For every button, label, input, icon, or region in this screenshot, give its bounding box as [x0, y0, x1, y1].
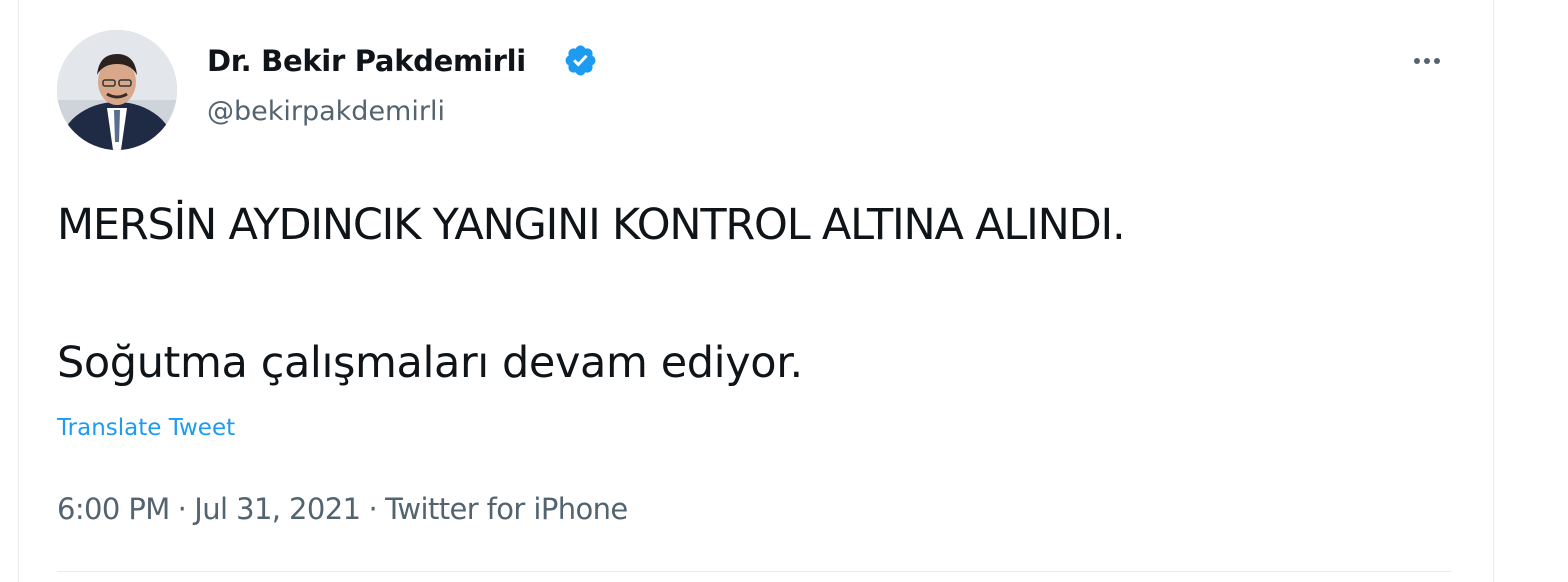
- translate-tweet-link[interactable]: Translate Tweet: [57, 415, 235, 441]
- ellipsis-icon-dot: [1424, 58, 1430, 64]
- ellipsis-icon-dot: [1414, 58, 1420, 64]
- tweet-text-line: MERSİN AYDINCIK YANGINI KONTROL ALTINA A…: [57, 200, 1126, 250]
- ellipsis-icon-dot: [1434, 58, 1440, 64]
- meta-separator: ·: [368, 492, 378, 526]
- avatar[interactable]: [57, 30, 177, 150]
- tweet-date[interactable]: Jul 31, 2021: [194, 492, 361, 526]
- avatar-image: [57, 30, 177, 150]
- divider: [57, 571, 1452, 572]
- tweet-metadata: 6:00 PM · Jul 31, 2021 · Twitter for iPhone: [57, 492, 628, 526]
- verified-badge-icon: [565, 45, 596, 76]
- author-handle[interactable]: @bekirpakdemirli: [207, 96, 445, 127]
- tweet-text-line: Soğutma çalışmaları devam ediyor.: [57, 338, 803, 388]
- more-options-button[interactable]: [1402, 44, 1452, 78]
- tweet-time[interactable]: 6:00 PM: [57, 492, 170, 526]
- page: Dr. Bekir Pakdemirli @bekirpakdemirli ME…: [0, 0, 1568, 582]
- meta-separator: ·: [177, 492, 187, 526]
- tweet-source[interactable]: Twitter for iPhone: [385, 492, 628, 526]
- author-display-name[interactable]: Dr. Bekir Pakdemirli: [207, 44, 526, 78]
